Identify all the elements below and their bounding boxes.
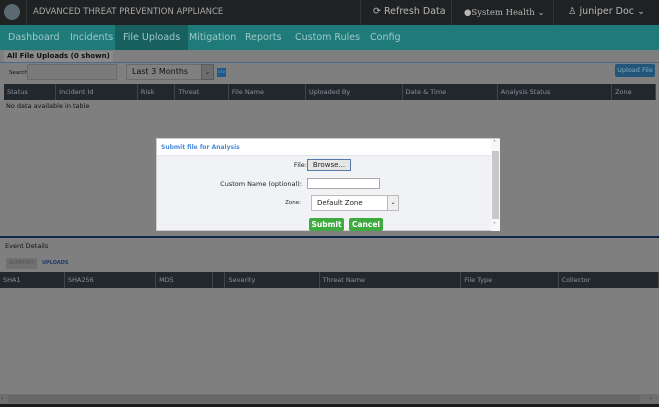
custom-name-label: Custom Name (optional): xyxy=(220,180,302,188)
uploads-table: Status Incident Id Risk Threat File Name… xyxy=(4,84,656,100)
column-header[interactable]: Uploaded By xyxy=(305,84,403,100)
chevron-down-icon: ⌄ xyxy=(637,6,646,17)
column-header[interactable]: Incident Id xyxy=(55,84,138,100)
divider xyxy=(360,0,361,25)
scroll-left-icon[interactable]: ‹ xyxy=(1,395,3,402)
scrollbar-thumb[interactable] xyxy=(8,395,640,403)
zone-select[interactable]: Default Zone xyxy=(311,195,399,211)
user-name: juniper Doc xyxy=(579,6,635,17)
empty-table-message: No data available in table xyxy=(6,102,90,110)
column-header[interactable]: MD5 xyxy=(155,272,214,288)
tab-summary[interactable]: SUMMARY xyxy=(6,258,38,269)
column-header[interactable]: File Name xyxy=(228,84,306,100)
column-header[interactable]: Analysis Status xyxy=(497,84,613,100)
submit-button[interactable]: Submit xyxy=(309,218,344,231)
column-header[interactable]: Date & Time xyxy=(402,84,498,100)
pane-divider[interactable] xyxy=(0,236,659,238)
file-label: File: xyxy=(293,161,307,169)
event-details-title: Event Details xyxy=(5,242,49,250)
column-header[interactable]: Collector xyxy=(558,272,659,288)
all-file-uploads-tab[interactable]: All File Uploads (0 shown) xyxy=(4,51,113,62)
event-table: SHA1 SHA256 MD5 Severity Threat Name Fil… xyxy=(0,272,659,288)
chevron-down-icon[interactable]: ⌄ xyxy=(387,195,399,211)
column-header[interactable] xyxy=(212,272,226,288)
upload-file-button[interactable]: Upload File xyxy=(615,64,655,77)
column-header[interactable]: Threat xyxy=(174,84,229,100)
nav-dashboard[interactable]: Dashboard xyxy=(0,25,68,50)
scrollbar-thumb[interactable] xyxy=(492,151,499,219)
user-menu[interactable]: ♙ juniper Doc ⌄ xyxy=(568,6,645,17)
submit-file-dialog: Submit file for Analysis File: Browse...… xyxy=(156,138,500,231)
column-header[interactable]: Risk xyxy=(137,84,176,100)
dialog-header: Submit file for Analysis xyxy=(157,139,491,156)
csv-export-icon[interactable]: CSV xyxy=(217,68,226,77)
scroll-down-icon[interactable]: ˅ xyxy=(493,222,496,229)
refresh-icon: ⟳ xyxy=(373,6,384,17)
main-nav: Dashboard Incidents File Uploads Mitigat… xyxy=(0,25,659,50)
column-header[interactable]: SHA1 xyxy=(0,272,65,288)
column-header[interactable]: File Type xyxy=(460,272,559,288)
scroll-up-icon[interactable]: ˄ xyxy=(493,140,496,147)
chevron-down-icon: ⌄ xyxy=(537,8,545,18)
nav-config[interactable]: Config xyxy=(362,25,408,50)
nav-incidents[interactable]: Incidents xyxy=(62,25,121,50)
app-title: ADVANCED THREAT PREVENTION APPLIANCE xyxy=(33,7,224,17)
divider xyxy=(553,0,554,25)
custom-name-input[interactable] xyxy=(307,178,380,189)
user-icon: ♙ xyxy=(568,6,580,17)
nav-mitigation[interactable]: Mitigation xyxy=(181,25,244,50)
refresh-data-button[interactable]: ⟳ Refresh Data xyxy=(373,6,446,17)
tab-uploads[interactable]: UPLOADS xyxy=(39,258,71,269)
divider xyxy=(451,0,452,25)
nav-custom-rules[interactable]: Custom Rules xyxy=(287,25,368,50)
column-header[interactable]: Zone xyxy=(611,84,656,100)
logo-icon xyxy=(4,4,20,20)
divider xyxy=(26,0,27,25)
search-input[interactable] xyxy=(27,64,117,80)
column-header[interactable]: Status xyxy=(4,84,57,100)
nav-file-uploads[interactable]: File Uploads xyxy=(115,25,189,50)
column-header[interactable]: Threat Name xyxy=(319,272,462,288)
scroll-right-icon[interactable]: › xyxy=(650,395,652,402)
column-header[interactable]: SHA256 xyxy=(64,272,157,288)
nav-reports[interactable]: Reports xyxy=(237,25,289,50)
zone-label: Zone: xyxy=(285,200,301,206)
refresh-label: Refresh Data xyxy=(383,6,446,17)
divider xyxy=(0,62,659,63)
top-bar: ADVANCED THREAT PREVENTION APPLIANCE ⟳ R… xyxy=(0,0,659,25)
column-header[interactable]: Severity xyxy=(224,272,320,288)
system-health-menu[interactable]: ●System Health ⌄ xyxy=(464,8,545,18)
dialog-title: Submit file for Analysis xyxy=(161,144,240,151)
cancel-button[interactable]: Cancel xyxy=(349,218,383,231)
health-label: System Health xyxy=(471,8,535,18)
chevron-down-icon[interactable]: ⌄ xyxy=(201,64,214,80)
browse-button[interactable]: Browse... xyxy=(307,159,351,171)
